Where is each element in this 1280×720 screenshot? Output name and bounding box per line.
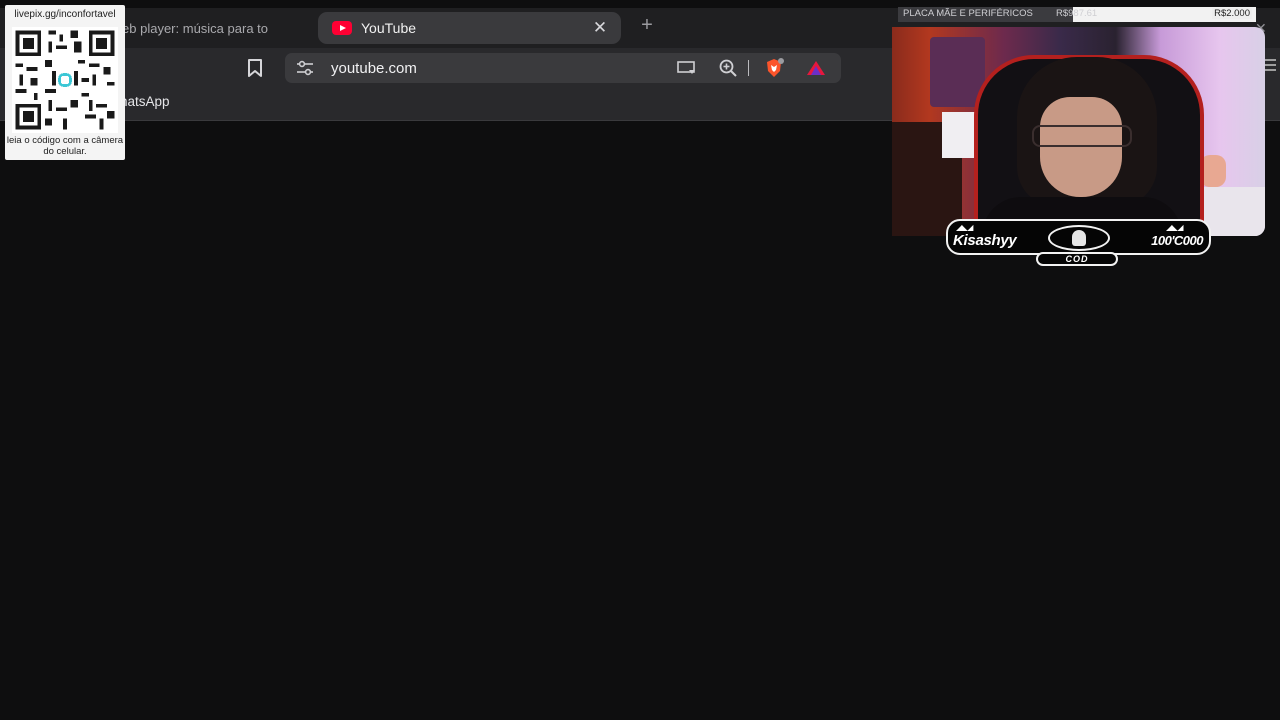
cast-icon[interactable] — [677, 60, 697, 76]
bookmark-whatsapp[interactable]: natsApp — [120, 94, 170, 109]
close-tab-icon[interactable]: ✕ — [591, 19, 609, 37]
youtube-logo-icon — [332, 21, 352, 35]
nameplate-score: 100'C000 — [1151, 233, 1203, 248]
zoom-icon[interactable] — [718, 58, 738, 78]
tab-title: YouTube — [361, 20, 417, 36]
qr-link: livepix.gg/inconfortavel — [14, 9, 116, 20]
url-text[interactable]: youtube.com — [331, 60, 417, 77]
anime-emblem-icon — [1048, 225, 1110, 251]
rewards-triangle-icon[interactable] — [805, 59, 827, 77]
wall-poster — [942, 112, 976, 158]
streamer-glasses — [1032, 125, 1132, 147]
nameplate-tag-left-icon: ◢◣◢ — [956, 223, 973, 232]
streamer-name: Kisashyy — [953, 232, 1017, 249]
tune-icon[interactable] — [296, 60, 314, 76]
goal-target: R$2.000 — [1212, 8, 1252, 19]
goal-label: PLACA MÃE E PERIFÉRICOS — [903, 8, 1033, 19]
livepix-qr-card: livepix.gg/inconfortavel leia o código c… — [5, 5, 125, 160]
qr-code-icon — [12, 27, 118, 133]
brave-shield-icon[interactable] — [764, 58, 784, 78]
webcam-feed — [892, 27, 1265, 236]
nameplate-tag-right-icon: ◢◣◢ — [1166, 223, 1183, 232]
streamer-face — [1040, 97, 1122, 197]
tab-spotify-web-player[interactable]: Web player: música para to — [110, 12, 310, 44]
toolbar-separator — [748, 60, 749, 76]
goal-current: R$987.61 — [1056, 8, 1098, 19]
nameplate-bottom-tag: COD — [1036, 252, 1118, 266]
tab-youtube[interactable]: YouTube ✕ — [318, 12, 621, 44]
new-tab-button[interactable]: + — [636, 14, 658, 40]
tab-title: Web player: música para to — [110, 20, 268, 36]
address-bar[interactable]: youtube.com — [285, 53, 841, 83]
qr-caption: leia o código com a câmera do celular. — [6, 135, 124, 157]
donation-goal-bar: PLACA MÃE E PERIFÉRICOS R$987.61 R$2.000 — [898, 7, 1256, 22]
streamer-nameplate: ◢◣◢ Kisashyy ◢◣◢ 100'C000 — [946, 219, 1211, 255]
bookmark-icon[interactable] — [246, 58, 264, 78]
